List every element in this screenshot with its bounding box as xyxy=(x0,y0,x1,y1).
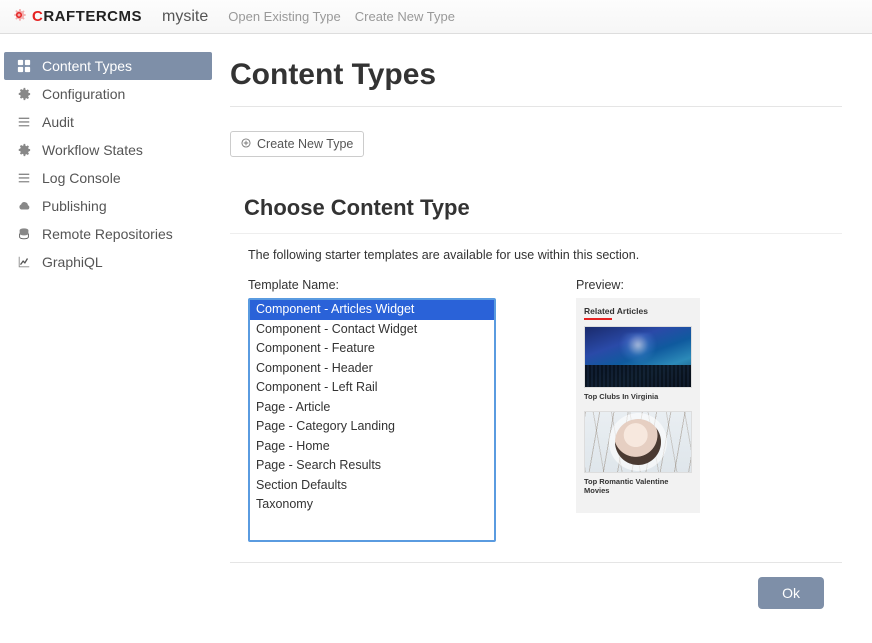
gear-logo-icon xyxy=(10,6,28,27)
sidebar-item-content-types[interactable]: Content Types xyxy=(4,52,212,80)
page-title: Content Types xyxy=(230,58,842,107)
preview-thumbnail xyxy=(584,411,692,473)
template-listbox[interactable]: Component - Articles WidgetComponent - C… xyxy=(248,298,496,542)
preview-heading-underline xyxy=(584,318,612,320)
database-icon xyxy=(16,227,32,241)
preview-caption: Top Romantic Valentine Movies xyxy=(584,477,692,495)
template-option[interactable]: Page - Category Landing xyxy=(250,417,494,437)
create-new-type-label: Create New Type xyxy=(257,137,353,151)
sidebar-item-configuration[interactable]: Configuration xyxy=(0,80,216,108)
cloud-icon xyxy=(16,199,32,213)
dialog-description: The following starter templates are avai… xyxy=(230,234,842,278)
sidebar-item-workflow-states[interactable]: Workflow States xyxy=(0,136,216,164)
sidebar-item-label: Log Console xyxy=(42,170,121,186)
template-option[interactable]: Component - Feature xyxy=(250,339,494,359)
preview-heading: Related Articles xyxy=(584,306,692,316)
choose-content-type-dialog: Choose Content Type The following starte… xyxy=(230,187,842,613)
site-name[interactable]: mysite xyxy=(162,8,208,26)
template-option[interactable]: Component - Contact Widget xyxy=(250,320,494,340)
dialog-title: Choose Content Type xyxy=(230,187,842,234)
gear-icon xyxy=(16,143,32,157)
list-icon xyxy=(16,171,32,185)
sidebar-item-graphiql[interactable]: GraphiQL xyxy=(0,248,216,276)
template-option[interactable]: Component - Articles Widget xyxy=(250,300,494,320)
sidebar-item-label: Workflow States xyxy=(42,142,143,158)
sidebar-item-label: Audit xyxy=(42,114,74,130)
brand-text: CRAFTERCMS xyxy=(32,8,142,25)
main-content: Content Types Create New Type Choose Con… xyxy=(216,34,872,643)
template-option[interactable]: Component - Left Rail xyxy=(250,378,494,398)
sidebar-item-label: Publishing xyxy=(42,198,107,214)
sidebar-item-log-console[interactable]: Log Console xyxy=(0,164,216,192)
top-link-open-existing[interactable]: Open Existing Type xyxy=(228,9,341,24)
preview-caption: Top Clubs In Virginia xyxy=(584,392,692,401)
sidebar-item-publishing[interactable]: Publishing xyxy=(0,192,216,220)
list-icon xyxy=(16,115,32,129)
template-option[interactable]: Page - Search Results xyxy=(250,456,494,476)
preview-thumbnail xyxy=(584,326,692,388)
top-link-create-new[interactable]: Create New Type xyxy=(355,9,455,24)
create-new-type-button[interactable]: Create New Type xyxy=(230,131,364,157)
chart-icon xyxy=(16,255,32,269)
sidebar-item-label: Configuration xyxy=(42,86,125,102)
ok-button[interactable]: Ok xyxy=(758,577,824,609)
sidebar-item-audit[interactable]: Audit xyxy=(0,108,216,136)
template-name-label: Template Name: xyxy=(248,278,496,292)
template-option[interactable]: Section Defaults xyxy=(250,476,494,496)
template-option[interactable]: Component - Header xyxy=(250,359,494,379)
sidebar-item-remote-repositories[interactable]: Remote Repositories xyxy=(0,220,216,248)
plus-circle-icon xyxy=(241,137,251,151)
preview-panel: Related Articles Top Clubs In Virginia To… xyxy=(576,298,700,513)
brand-logo[interactable]: CRAFTERCMS xyxy=(10,6,142,27)
grid-icon xyxy=(16,59,32,73)
gear-icon xyxy=(16,87,32,101)
template-option[interactable]: Taxonomy xyxy=(250,495,494,515)
preview-label: Preview: xyxy=(576,278,726,292)
template-option[interactable]: Page - Article xyxy=(250,398,494,418)
sidebar-item-label: Content Types xyxy=(42,58,132,74)
sidebar-item-label: Remote Repositories xyxy=(42,226,173,242)
topbar: CRAFTERCMS mysite Open Existing Type Cre… xyxy=(0,0,872,34)
sidebar-item-label: GraphiQL xyxy=(42,254,103,270)
template-option[interactable]: Page - Home xyxy=(250,437,494,457)
sidebar: Content Types Configuration Audit Workflow … xyxy=(0,34,216,643)
